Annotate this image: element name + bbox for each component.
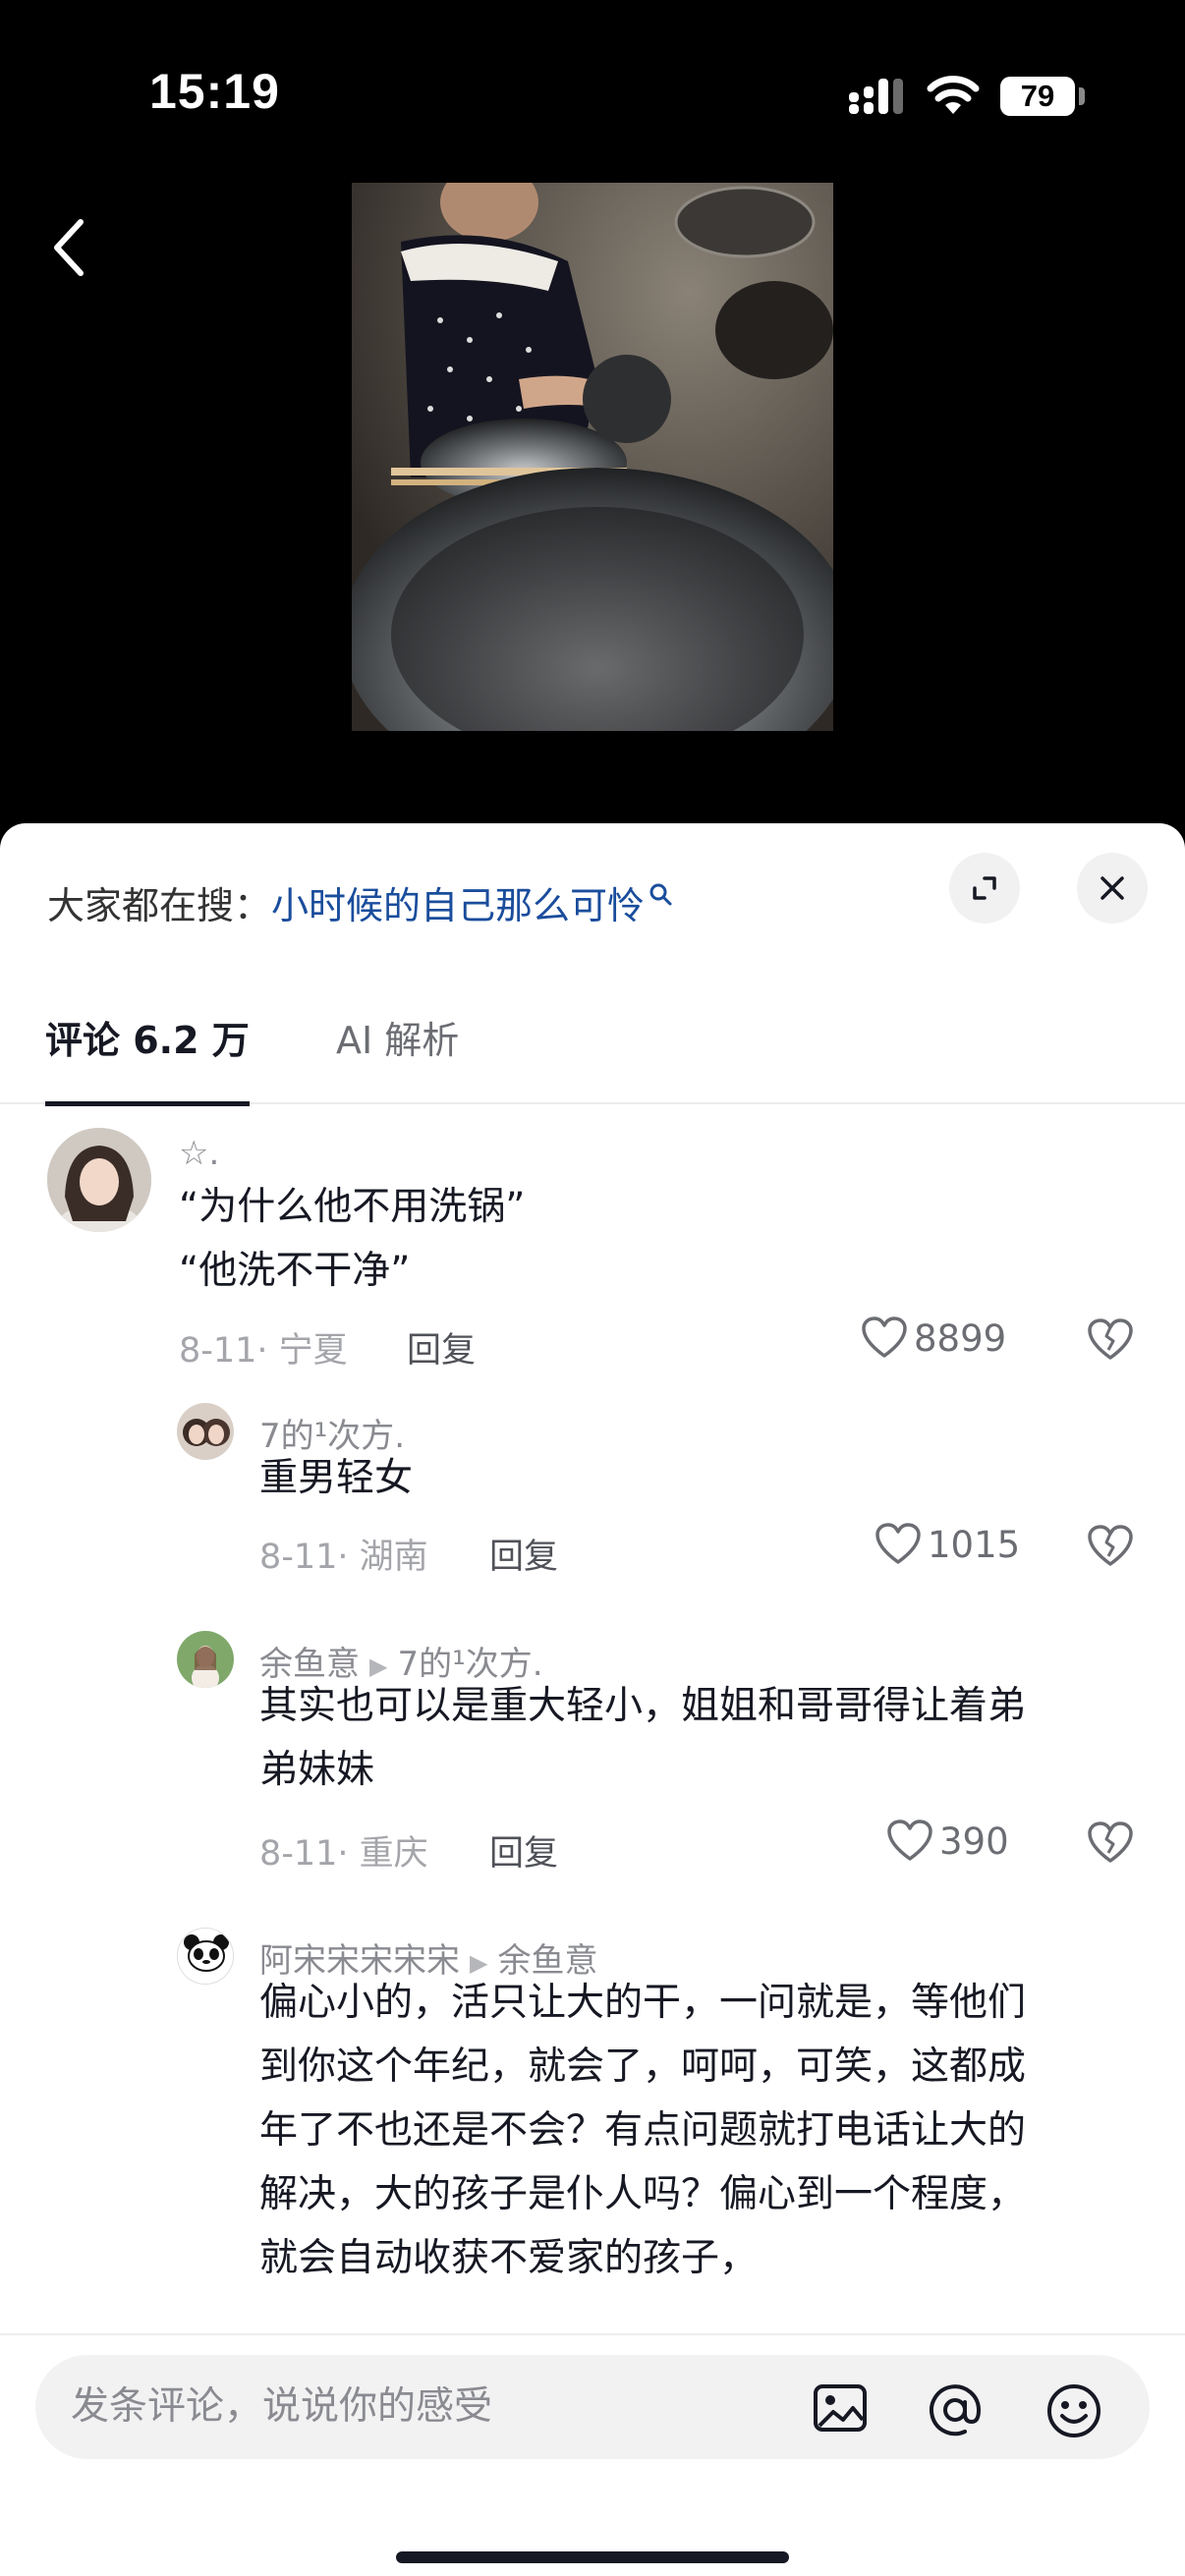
- home-indicator: [396, 2551, 789, 2563]
- comment-text-line: 重男轻女: [259, 1456, 414, 1500]
- like-button[interactable]: 390: [886, 1820, 1009, 1863]
- at-sign-icon: [930, 2384, 982, 2436]
- reply-button[interactable]: 回复: [489, 1529, 558, 1579]
- emoji-button[interactable]: [1045, 2382, 1102, 2443]
- chevron-left-icon: [54, 219, 84, 276]
- image-icon: [814, 2384, 867, 2432]
- avatar[interactable]: [177, 1928, 234, 1985]
- smiley-icon: [1047, 2384, 1100, 2437]
- status-time: 15:19: [149, 64, 280, 119]
- comment-meta: 8-11· 重庆: [259, 1834, 428, 1874]
- heart-icon: [862, 1316, 907, 1358]
- panda-avatar-image: [178, 1929, 233, 1984]
- broken-heart-icon: [1088, 1318, 1133, 1360]
- avatar[interactable]: [177, 1403, 234, 1460]
- tab-bar: 评论 6.2 万 AI 解析: [0, 996, 1185, 1106]
- heart-icon: [887, 1820, 932, 1861]
- comment-text-line: 到你这个年纪，就会了，呵呵，可笑，这都成: [259, 2044, 1027, 2089]
- comment-text-line: 年了不也还是不会？有点问题就打电话让大的: [259, 2108, 1027, 2153]
- comment-text-line: 解决，大的孩子是仆人吗？偏心到一个程度，: [259, 2172, 1027, 2216]
- status-bar: 15:19 79: [0, 0, 1185, 187]
- back-button[interactable]: [39, 208, 98, 287]
- reply-item: 余鱼意 ▶ 7的¹次方. 其实也可以是重大轻小，姐姐和哥哥得让着弟 弟妹妹 8-11…: [0, 1631, 1185, 1886]
- tab-ai-analysis[interactable]: AI 解析: [336, 996, 459, 1104]
- avatar-image: [47, 1128, 151, 1232]
- close-button[interactable]: [1077, 853, 1148, 924]
- trending-search-term[interactable]: 小时候的自己那么可怜: [271, 875, 645, 929]
- image-button[interactable]: [812, 2382, 869, 2437]
- reply-button[interactable]: 回复: [489, 1825, 558, 1876]
- like-count: 390: [939, 1820, 1009, 1863]
- avatar[interactable]: [177, 1631, 234, 1688]
- reply-item: 阿宋宋宋宋宋 ▶ 余鱼意 偏心小的，活只让大的干，一问就是，等他们 到你这个年纪，就…: [0, 1928, 1185, 2340]
- like-button[interactable]: 1015: [875, 1523, 1020, 1566]
- cellular-signal-icon: [849, 79, 903, 114]
- video-player[interactable]: [352, 183, 833, 731]
- like-button[interactable]: 8899: [861, 1316, 1006, 1360]
- comment-item: ☆. “为什么他不用洗锅” “他洗不干净” 8-11· 宁夏 回复 8899: [0, 1108, 1185, 1371]
- comment-text-line: 弟妹妹: [259, 1748, 375, 1792]
- comment-text-line: “他洗不干净”: [179, 1249, 411, 1293]
- comment-text-line: 就会自动收获不爱家的孩子，: [259, 2236, 759, 2280]
- trending-search-prefix: 大家都在搜：: [47, 883, 272, 927]
- close-icon: [1100, 876, 1124, 900]
- expand-icon: [973, 876, 996, 900]
- mention-button[interactable]: [928, 2382, 983, 2441]
- avatar-image: [177, 1631, 234, 1688]
- broken-heart-icon: [1088, 1525, 1133, 1566]
- comment-text-line: 偏心小的，活只让大的干，一问就是，等他们: [259, 1981, 1027, 2025]
- like-count: 8899: [914, 1316, 1007, 1360]
- comment-meta: 8-11· 宁夏: [179, 1331, 348, 1371]
- search-icon: [649, 883, 672, 906]
- comment-username[interactable]: ☆.: [179, 1134, 219, 1173]
- wifi-icon: [927, 76, 980, 114]
- comment-input[interactable]: 发条评论，说说你的感受: [35, 2355, 1150, 2459]
- comment-panel: 大家都在搜： 小时候的自己那么可怜 评论 6.2 万 AI 解析 ☆. “为什么…: [0, 823, 1185, 2576]
- dislike-button[interactable]: [1087, 1318, 1134, 1366]
- comment-input-bar: 发条评论，说说你的感受: [0, 2333, 1185, 2576]
- battery-cap: [1079, 87, 1085, 105]
- dislike-button[interactable]: [1087, 1821, 1134, 1869]
- heart-icon: [875, 1523, 921, 1564]
- comment-input-placeholder: 发条评论，说说你的感受: [71, 2384, 493, 2429]
- comment-text-line: 其实也可以是重大轻小，姐姐和哥哥得让着弟: [259, 1684, 1027, 1728]
- dislike-button[interactable]: [1087, 1525, 1134, 1572]
- avatar[interactable]: [47, 1128, 151, 1232]
- trending-search[interactable]: 大家都在搜： 小时候的自己那么可怜: [47, 872, 674, 931]
- video-thumbnail: [352, 183, 833, 731]
- battery-indicator: 79: [1000, 77, 1075, 116]
- comment-meta: 8-11· 湖南: [259, 1538, 428, 1577]
- reply-item: 7的¹次方. 重男轻女 8-11· 湖南 回复 1015: [0, 1403, 1185, 1580]
- reply-button[interactable]: 回复: [407, 1322, 476, 1372]
- expand-button[interactable]: [949, 853, 1020, 924]
- broken-heart-icon: [1088, 1821, 1133, 1863]
- like-count: 1015: [928, 1523, 1021, 1566]
- avatar-image: [177, 1403, 234, 1460]
- comment-text-line: “为什么他不用洗锅”: [179, 1185, 526, 1229]
- tab-comments[interactable]: 评论 6.2 万: [45, 996, 250, 1106]
